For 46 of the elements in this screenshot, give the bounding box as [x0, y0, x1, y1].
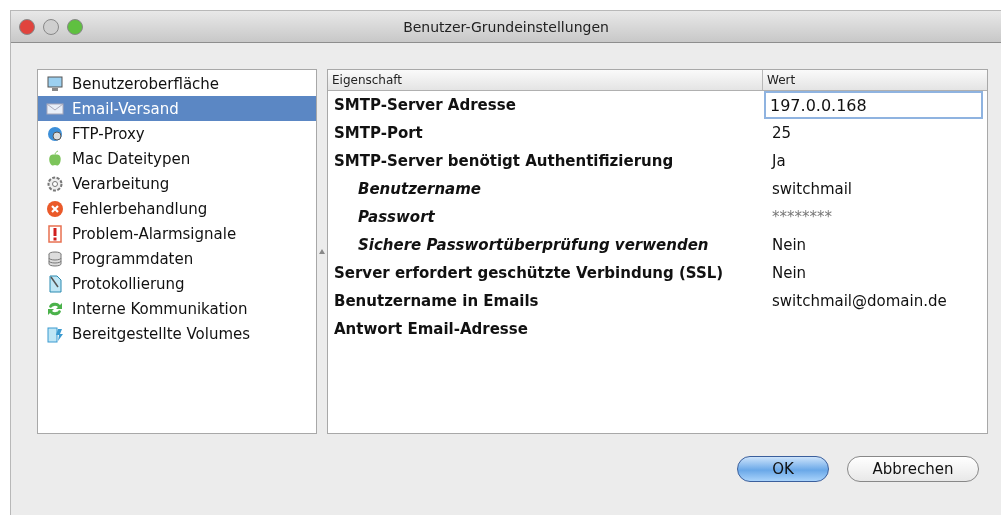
globe-gear-icon [46, 124, 64, 143]
monitor-icon [46, 74, 64, 93]
category-item[interactable]: Bereitgestellte Volumes [38, 321, 316, 346]
database-icon [46, 249, 64, 268]
category-item[interactable]: Mac Dateitypen [38, 146, 316, 171]
column-header[interactable]: Eigenschaft [328, 70, 762, 90]
masked-password: ******** [771, 208, 832, 226]
property-label: Antwort Email-Adresse [333, 320, 529, 338]
document-pen-icon [46, 274, 64, 293]
category-item[interactable]: Fehlerbehandlung [38, 196, 316, 221]
category-item[interactable]: Problem-Alarmsignale [38, 221, 316, 246]
window-title: Benutzer-Grundeinstellungen [403, 18, 609, 35]
category-item[interactable]: Benutzeroberfläche [38, 71, 316, 96]
property-label: SMTP-Port [333, 124, 424, 142]
property-value: Nein [771, 264, 807, 282]
category-item[interactable]: Verarbeitung [38, 171, 316, 196]
category-item[interactable]: Email-Versand [38, 96, 316, 121]
property-value: 25 [771, 124, 792, 142]
warning-icon [46, 224, 64, 243]
minimize-button[interactable] [43, 18, 59, 35]
splitter-handle-icon[interactable] [319, 249, 325, 254]
property-label: Server erfordert geschützte Verbindung (SSL) [333, 264, 725, 282]
property-value: switchmail@domain.de [771, 292, 947, 310]
value-input-field[interactable]: 197.0.0.168 [764, 91, 983, 119]
property-label: Benutzername [357, 180, 483, 198]
category-item[interactable]: Interne Kommunikation [38, 296, 316, 321]
column-header[interactable]: Wert [762, 70, 987, 90]
volume-icon [46, 324, 64, 343]
zoom-button[interactable] [67, 18, 83, 35]
cancel-button[interactable]: Abbrechen [847, 456, 979, 482]
gear-icon [46, 174, 64, 193]
category-item[interactable]: Programmdaten [38, 246, 316, 271]
property-value: Nein [771, 236, 807, 254]
property-value: Ja [770, 152, 786, 170]
close-button[interactable] [19, 18, 35, 35]
error-icon [46, 199, 64, 218]
property-value: switchmail [771, 180, 853, 198]
ok-button[interactable]: OK [737, 456, 829, 482]
category-item[interactable]: FTP-Proxy [38, 121, 316, 146]
category-item[interactable]: Protokollierung [38, 271, 316, 296]
apple-icon [46, 149, 64, 168]
property-label: Passwort [357, 208, 436, 226]
property-label: SMTP-Server Adresse [333, 96, 517, 114]
property-label: SMTP-Server benötigt Authentifizierung [333, 152, 675, 170]
property-label: Sichere Passwortüberprüfung verwenden [357, 236, 710, 254]
property-label: Benutzername in Emails [333, 292, 540, 310]
